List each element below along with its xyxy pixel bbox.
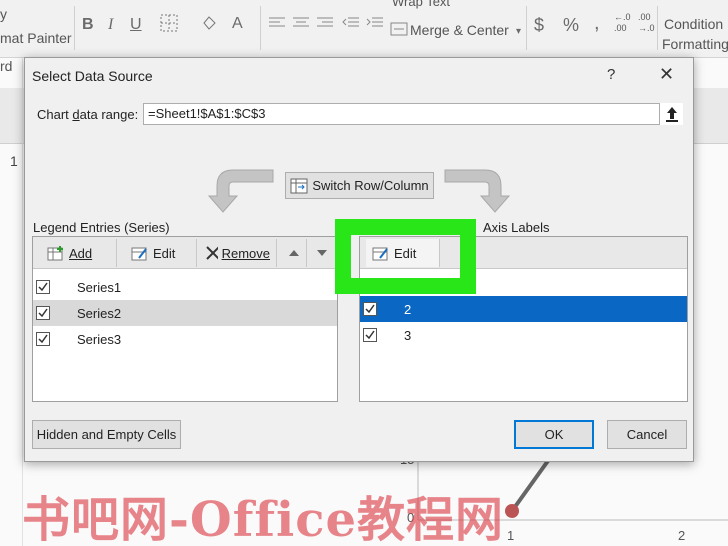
edit-icon: [131, 247, 147, 261]
category-list-item[interactable]: 2: [360, 296, 687, 322]
switch-row-column-label: Switch Row/Column: [312, 178, 429, 193]
ribbon-separator: [526, 6, 527, 50]
ok-button[interactable]: OK: [514, 420, 594, 449]
ribbon-separator: [260, 6, 261, 50]
add-series-label: Add: [69, 245, 93, 261]
checkbox[interactable]: [36, 332, 50, 346]
excel-ribbon: y mat Painter B I U A Wrap Text Merge & …: [0, 0, 728, 58]
bold-button[interactable]: B: [82, 16, 94, 34]
legend-entries-label: Legend Entries (Series): [33, 220, 170, 235]
checkbox[interactable]: [36, 306, 50, 320]
category-list-item[interactable]: 3: [360, 322, 687, 348]
align-center-icon[interactable]: [292, 16, 310, 35]
merge-center-button[interactable]: Merge & Center: [410, 22, 509, 38]
ribbon-separator: [657, 6, 658, 50]
triangle-down-icon: [317, 250, 327, 256]
triangle-up-icon: [288, 250, 299, 256]
checkbox[interactable]: [36, 280, 50, 294]
axis-tick: 2: [678, 528, 686, 543]
upload-arrow-icon: [665, 107, 678, 122]
cancel-button[interactable]: Cancel: [607, 420, 687, 449]
row-number: 1: [10, 153, 18, 169]
right-curve-arrow-icon: [444, 169, 511, 213]
italic-button[interactable]: I: [108, 16, 113, 34]
switch-row-column-icon: [290, 178, 308, 193]
edit-series-label: Edit: [153, 245, 176, 261]
series-label: Series3: [77, 331, 122, 347]
align-right-icon[interactable]: [316, 16, 334, 35]
check-icon: [38, 334, 48, 344]
check-icon: [365, 304, 375, 314]
ribbon-clipped-text: rd: [0, 58, 13, 74]
increase-indent-icon[interactable]: [366, 16, 384, 35]
series-list-item[interactable]: Series3: [33, 326, 337, 352]
conditional-formatting-button[interactable]: Condition: [664, 16, 723, 32]
borders-icon[interactable]: [160, 14, 178, 37]
remove-series-button[interactable]: Remove: [199, 239, 277, 267]
highlight-box: [335, 219, 476, 294]
check-icon: [38, 308, 48, 318]
chart-point: [505, 504, 519, 518]
category-label: 3: [404, 327, 412, 343]
merge-center-icon: [390, 22, 408, 41]
ribbon-separator: [74, 6, 75, 50]
format-painter-button[interactable]: mat Painter: [0, 30, 72, 46]
check-icon: [365, 330, 375, 340]
legend-toolbar: Add Edit Remove: [33, 237, 337, 269]
chevron-down-icon[interactable]: ▾: [516, 26, 521, 37]
checkbox[interactable]: [363, 328, 377, 342]
add-series-button[interactable]: Add: [41, 239, 117, 267]
comma-button[interactable]: ,: [594, 12, 600, 35]
hidden-empty-cells-button[interactable]: Hidden and Empty Cells: [32, 420, 181, 449]
series-label: Series1: [77, 279, 122, 295]
watermark: 书吧网-Office教程网: [22, 492, 505, 546]
checkbox[interactable]: [363, 302, 377, 316]
select-data-source-dialog: Select Data Source ? ✕ Chart data range:…: [24, 57, 694, 462]
check-icon: [38, 282, 48, 292]
series-list-item[interactable]: Series2: [33, 300, 337, 326]
remove-series-label: Remove: [221, 245, 270, 261]
decrease-decimal-button[interactable]: .00 →.0: [638, 12, 655, 34]
axis-labels-label: Axis Labels: [483, 220, 550, 235]
add-icon: [47, 246, 63, 261]
axis-tick: 1: [507, 528, 515, 543]
dialog-title: Select Data Source: [32, 68, 153, 84]
collapse-dialog-button[interactable]: [659, 103, 683, 125]
decrease-indent-icon[interactable]: [342, 16, 360, 35]
chart-data-range-input[interactable]: =Sheet1!$A$1:$C$3: [143, 103, 683, 125]
currency-button[interactable]: $: [534, 15, 544, 36]
font-color-button[interactable]: A: [232, 15, 243, 33]
series-list-item[interactable]: Series1: [33, 274, 337, 300]
move-up-button[interactable]: [281, 239, 307, 267]
switch-row-column-button[interactable]: Switch Row/Column: [285, 172, 434, 199]
fill-color-icon[interactable]: [200, 14, 218, 37]
align-left-icon[interactable]: [268, 16, 286, 35]
left-curve-arrow-icon: [207, 169, 274, 213]
underline-button[interactable]: U: [130, 16, 142, 34]
close-button[interactable]: ✕: [659, 64, 674, 85]
help-button[interactable]: ?: [607, 66, 615, 83]
move-down-button[interactable]: [309, 239, 335, 267]
remove-x-icon: [206, 246, 218, 260]
wrap-text-button[interactable]: Wrap Text: [392, 0, 450, 9]
increase-decimal-button[interactable]: ←.0.00: [614, 12, 631, 34]
ribbon-clipped-text: y: [0, 6, 7, 22]
legend-entries-pane: Add Edit Remove Series1 Series2 Series3: [32, 236, 338, 402]
series-label: Series2: [77, 305, 122, 321]
percent-button[interactable]: %: [563, 15, 579, 36]
chart-series-line: [510, 456, 552, 513]
edit-series-button[interactable]: Edit: [125, 239, 197, 267]
category-label: 2: [404, 301, 412, 317]
conditional-formatting-label: Formatting: [662, 36, 728, 52]
chart-data-range-label: Chart data range:: [37, 107, 139, 122]
gridline: [22, 58, 23, 546]
